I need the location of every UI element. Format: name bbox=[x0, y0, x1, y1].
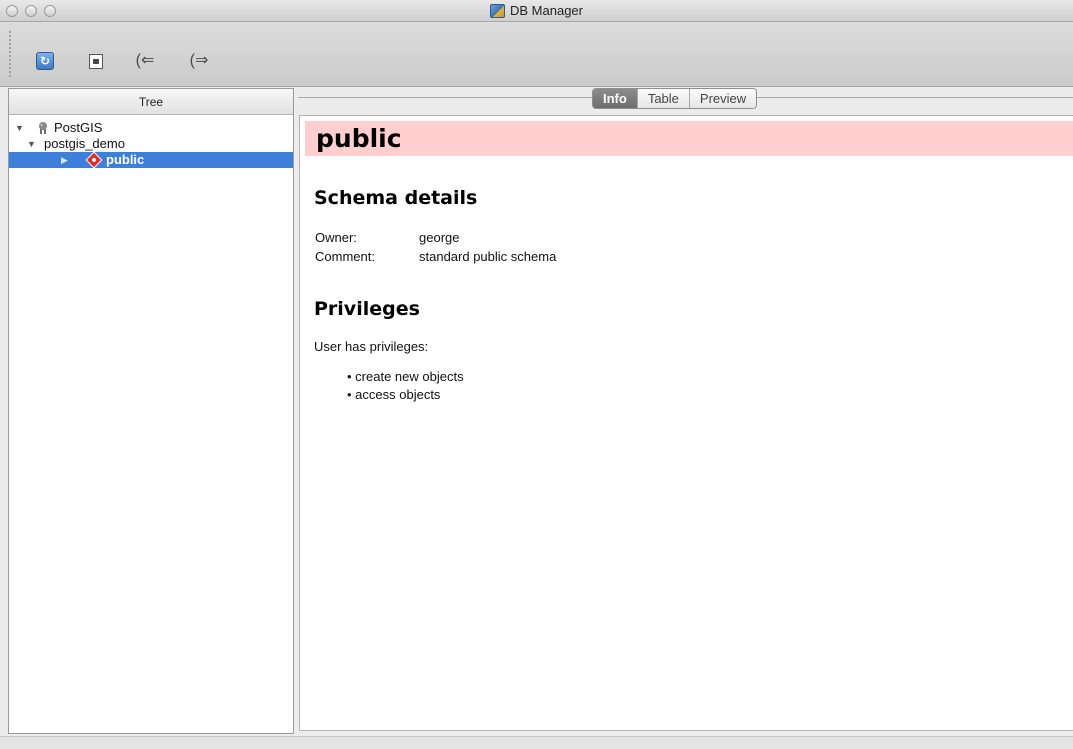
refresh-icon: ↻ bbox=[36, 52, 54, 70]
minimize-window-button[interactable] bbox=[25, 5, 37, 17]
tree-view[interactable]: ▼ PostGIS ▼ postgis_demo ▶ public bbox=[9, 115, 293, 169]
import-layer-button[interactable]: (⇐ bbox=[134, 50, 156, 72]
postgis-elephant-icon bbox=[37, 121, 49, 135]
comment-label: Comment: bbox=[315, 249, 375, 264]
title-band: public bbox=[305, 121, 1073, 156]
tree-item-label: postgis_demo bbox=[44, 136, 125, 151]
export-layer-button[interactable]: (⇒ bbox=[188, 50, 210, 72]
privileges-intro: User has privileges: bbox=[314, 339, 429, 354]
sql-window-icon bbox=[89, 53, 103, 69]
disclosure-expanded-icon[interactable]: ▼ bbox=[27, 136, 36, 152]
zoom-window-button[interactable] bbox=[44, 5, 56, 17]
window-controls bbox=[6, 5, 56, 17]
tree-item-label: public bbox=[106, 152, 145, 167]
owner-value: george bbox=[419, 230, 460, 245]
toolbar-grip[interactable] bbox=[8, 30, 13, 78]
tree-item-postgis[interactable]: ▼ PostGIS bbox=[9, 120, 293, 136]
tree-header[interactable]: Tree bbox=[9, 89, 293, 115]
disclosure-expanded-icon[interactable]: ▼ bbox=[15, 120, 24, 136]
privileges-heading: Privileges bbox=[314, 298, 420, 320]
sql-window-button[interactable] bbox=[88, 50, 104, 72]
owner-label: Owner: bbox=[315, 230, 357, 245]
export-icon: (⇒ bbox=[189, 52, 209, 69]
import-icon: (⇐ bbox=[135, 52, 155, 69]
privilege-item: access objects bbox=[347, 387, 440, 402]
tab-bar: Info Table Preview bbox=[592, 88, 758, 109]
disclosure-collapsed-icon[interactable]: ▶ bbox=[61, 152, 68, 168]
status-bar bbox=[0, 736, 1073, 749]
window-titlebar: DB Manager bbox=[0, 0, 1073, 22]
window-title: DB Manager bbox=[510, 3, 583, 18]
tab-table[interactable]: Table bbox=[636, 89, 689, 108]
info-pane: public Schema details Owner: george Comm… bbox=[299, 115, 1073, 731]
tree-item-label: PostGIS bbox=[54, 120, 103, 135]
tree-item-public[interactable]: ▶ public bbox=[9, 151, 293, 169]
toolbar: ↻ (⇐ (⇒ bbox=[0, 22, 1073, 87]
tab-preview[interactable]: Preview bbox=[688, 89, 757, 108]
window-title-group: DB Manager bbox=[490, 3, 583, 18]
schema-details-heading: Schema details bbox=[314, 187, 478, 209]
comment-value: standard public schema bbox=[419, 249, 557, 264]
tree-panel: Tree ▼ PostGIS ▼ postgis_demo ▶ public bbox=[8, 88, 294, 734]
privilege-item: create new objects bbox=[347, 369, 463, 384]
close-window-button[interactable] bbox=[6, 5, 18, 17]
refresh-button[interactable]: ↻ bbox=[35, 50, 55, 72]
schema-icon bbox=[85, 151, 103, 169]
page-title: public bbox=[316, 124, 402, 153]
tree-item-postgis-demo[interactable]: ▼ postgis_demo bbox=[9, 136, 293, 152]
db-manager-icon bbox=[490, 3, 505, 18]
tab-info[interactable]: Info bbox=[593, 89, 637, 108]
